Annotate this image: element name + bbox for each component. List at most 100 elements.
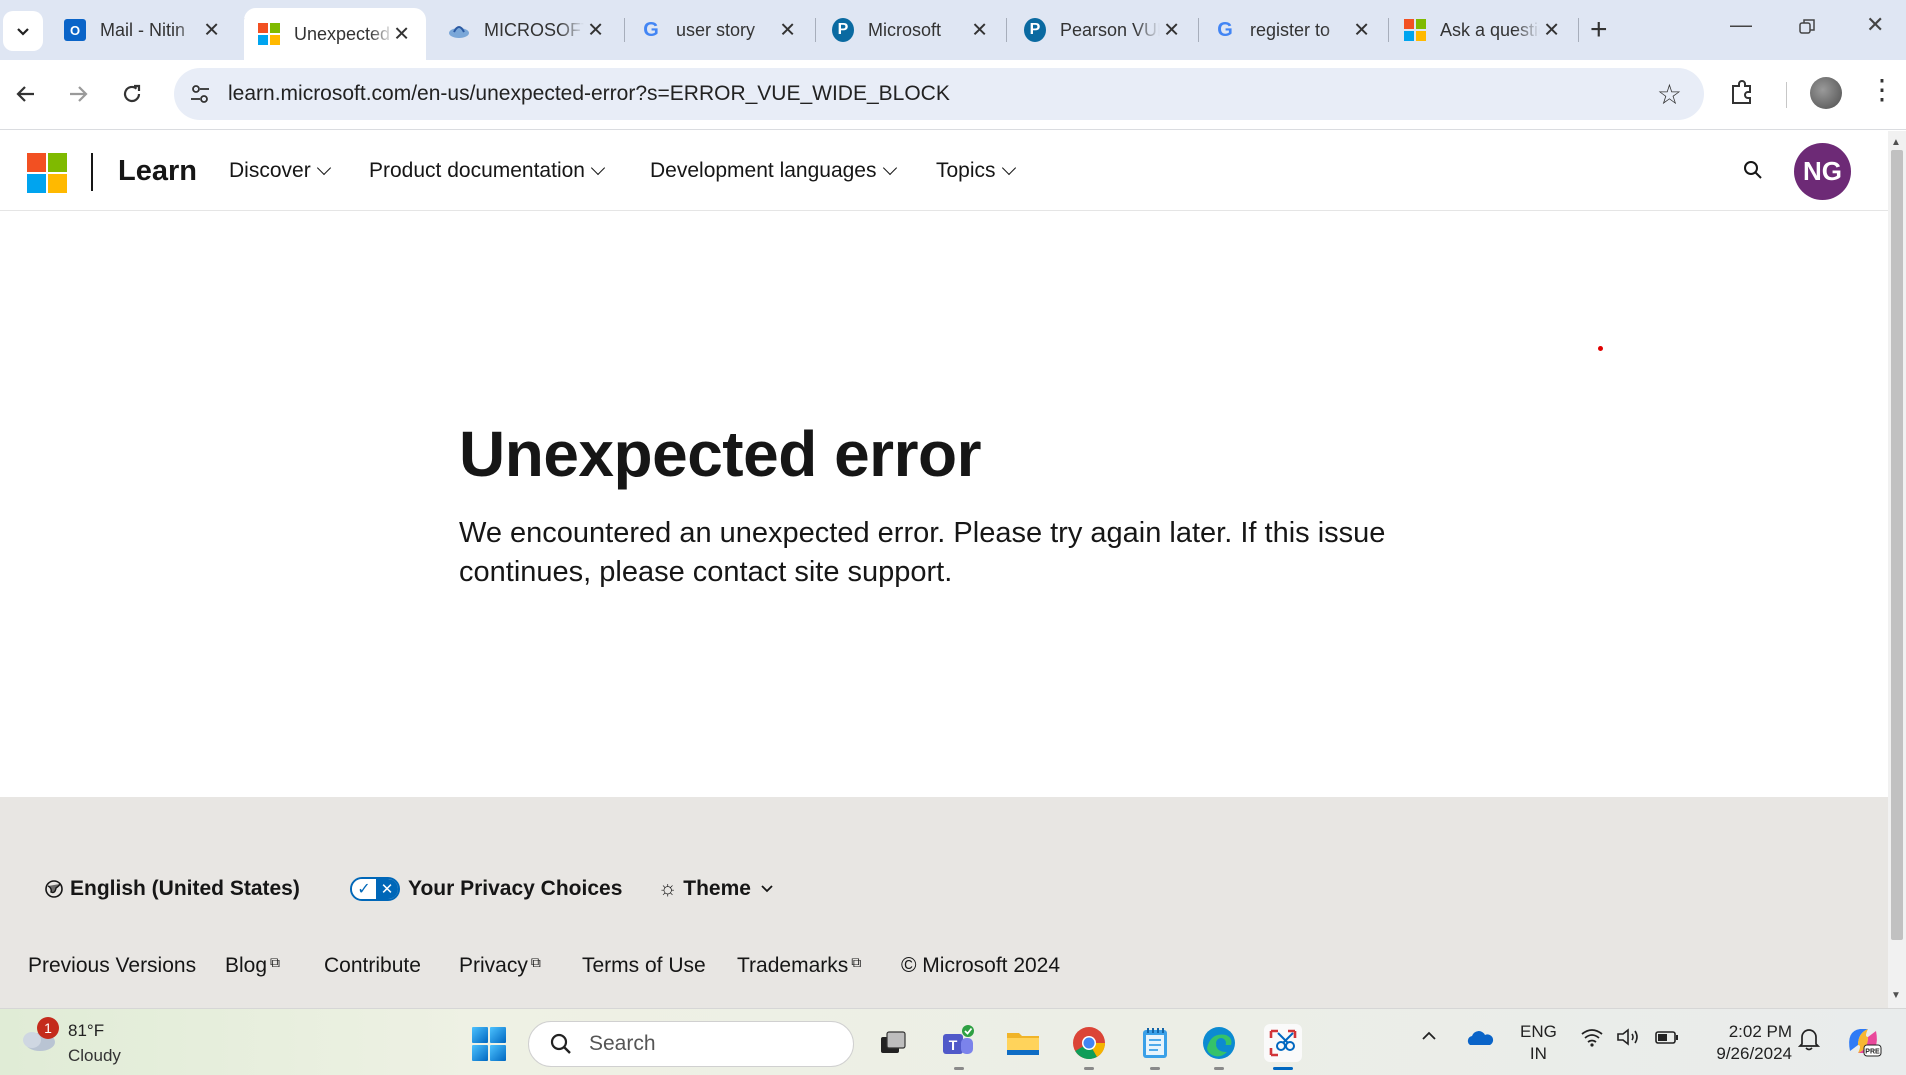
network-button[interactable] [1580, 1027, 1604, 1053]
close-icon: ✕ [1866, 12, 1885, 37]
scroll-down-arrow-icon[interactable]: ▼ [1891, 990, 1901, 1001]
restore-button[interactable] [1798, 16, 1816, 42]
chevron-down-icon [761, 885, 773, 893]
minimize-icon: — [1730, 12, 1752, 37]
learn-home-link[interactable]: Learn [118, 155, 197, 188]
teams-app-button[interactable]: T [940, 1024, 978, 1070]
svg-text:PRE: PRE [1865, 1049, 1880, 1056]
site-info-icon[interactable] [186, 80, 214, 108]
close-icon[interactable]: ✕ [1353, 18, 1370, 43]
new-tab-button[interactable]: + [1590, 13, 1608, 47]
close-icon[interactable]: ✕ [393, 22, 410, 47]
onedrive-button[interactable] [1466, 1029, 1494, 1053]
puzzle-icon [1732, 80, 1751, 104]
scroll-up-arrow-icon[interactable]: ▲ [1891, 137, 1901, 148]
minimize-button[interactable]: — [1730, 12, 1752, 38]
close-icon[interactable]: ✕ [971, 18, 988, 43]
input-language-indicator[interactable]: ENG IN [1520, 1021, 1557, 1065]
clock-date: 9/26/2024 [1716, 1044, 1792, 1063]
nav-label: Product documentation [369, 159, 585, 182]
microsoft-logo[interactable] [27, 153, 67, 193]
more-vertical-icon: ⋮ [1868, 74, 1896, 105]
snipping-tool-icon [1269, 1029, 1297, 1057]
browser-tab-user-story[interactable]: G user story ✕ [626, 8, 812, 52]
site-search-button[interactable] [1742, 159, 1766, 183]
forward-button[interactable] [60, 76, 96, 112]
trademarks-link[interactable]: Trademarks ⧉ [737, 954, 861, 978]
volume-button[interactable] [1616, 1027, 1642, 1053]
file-explorer-button[interactable] [1004, 1024, 1042, 1062]
close-icon[interactable]: ✕ [203, 18, 220, 43]
nav-label: Development languages [650, 159, 877, 182]
task-view-button[interactable] [874, 1024, 912, 1062]
reload-button[interactable] [114, 76, 150, 112]
nav-product-documentation[interactable]: Product documentation [369, 159, 606, 183]
browser-tab-mail[interactable]: O Mail - Nitin ✕ [50, 8, 236, 52]
address-bar[interactable]: learn.microsoft.com/en-us/unexpected-err… [174, 68, 1704, 120]
back-button[interactable] [8, 76, 44, 112]
browser-tab-register[interactable]: G register to ✕ [1200, 8, 1386, 52]
reload-icon [123, 84, 141, 103]
locale-selector[interactable]: English (United States) [44, 877, 300, 901]
extensions-button[interactable] [1728, 78, 1756, 111]
windows-start-button[interactable] [472, 1027, 506, 1061]
close-icon[interactable]: ✕ [587, 18, 604, 43]
onedrive-icon [1467, 1031, 1494, 1045]
show-hidden-icons-button[interactable] [1420, 1027, 1438, 1051]
tab-divider [815, 18, 816, 42]
nav-topics[interactable]: Topics [936, 159, 1016, 183]
chrome-app-button[interactable] [1070, 1024, 1108, 1070]
close-icon[interactable]: ✕ [1163, 18, 1180, 43]
bookmark-star-icon[interactable]: ☆ [1657, 78, 1682, 111]
browser-tab-microsoft-pearson[interactable]: P Microsoft ✕ [818, 8, 1004, 52]
nav-development-languages[interactable]: Development languages [650, 159, 897, 183]
contribute-link[interactable]: Contribute [324, 954, 421, 978]
tab-search-button[interactable] [3, 11, 43, 51]
notifications-button[interactable] [1797, 1027, 1821, 1057]
privacy-choices-label: Your Privacy Choices [408, 877, 623, 900]
bell-icon [1797, 1029, 1821, 1051]
battery-button[interactable] [1654, 1027, 1680, 1053]
tab-divider [624, 18, 625, 42]
notepad-app-button[interactable] [1136, 1024, 1174, 1070]
previous-versions-link[interactable]: Previous Versions [28, 954, 196, 978]
copilot-icon: PRE [1849, 1029, 1882, 1057]
close-icon[interactable]: ✕ [779, 18, 796, 43]
notepad-icon [1143, 1028, 1167, 1058]
pearson-icon: P [832, 18, 854, 42]
close-icon[interactable]: ✕ [1543, 18, 1560, 43]
user-avatar[interactable]: NG [1794, 143, 1851, 200]
external-link-icon: ⧉ [530, 953, 541, 970]
url-text[interactable]: learn.microsoft.com/en-us/unexpected-err… [228, 82, 950, 106]
pearson-icon: P [1024, 18, 1046, 42]
blog-link[interactable]: Blog ⧉ [225, 954, 280, 978]
scrollbar-thumb[interactable] [1891, 150, 1903, 940]
weather-alert-badge: 1 [37, 1017, 59, 1039]
browser-tab-microsoft[interactable]: MICROSOFT ✕ [434, 8, 620, 52]
browser-tab-unexpected-error[interactable]: Unexpected error ✕ [244, 8, 426, 60]
microsoft-icon [1404, 19, 1426, 41]
close-window-button[interactable]: ✕ [1866, 12, 1884, 38]
browser-tab-pearson-vue[interactable]: P Pearson VUE ✕ [1010, 8, 1196, 52]
running-indicator [1214, 1067, 1224, 1070]
browser-menu-button[interactable]: ⋮ [1868, 76, 1896, 104]
browser-profile-avatar[interactable] [1810, 77, 1842, 109]
nav-discover[interactable]: Discover [229, 159, 331, 183]
search-placeholder: Search [589, 1032, 656, 1055]
external-link-icon: ⧉ [851, 953, 862, 970]
snipping-tool-app-button[interactable] [1264, 1024, 1302, 1070]
browser-tab-ask-question[interactable]: Ask a question ✕ [1390, 8, 1576, 52]
privacy-link[interactable]: Privacy ⧉ [459, 954, 541, 978]
taskbar-search-box[interactable]: Search [528, 1021, 854, 1067]
theme-selector[interactable]: ☼ Theme [658, 877, 775, 901]
edge-app-button[interactable] [1200, 1024, 1238, 1070]
microsoft-icon [258, 23, 280, 45]
tab-title: user story [676, 19, 756, 40]
copilot-button[interactable]: PRE [1844, 1023, 1882, 1065]
privacy-choices-link[interactable]: ✓ ✕ Your Privacy Choices [350, 877, 622, 901]
site-footer: English (United States) ✓ ✕ Your Privacy … [0, 797, 1888, 1008]
running-indicator [1084, 1067, 1094, 1070]
outlook-icon: O [64, 19, 86, 41]
terms-of-use-link[interactable]: Terms of Use [582, 954, 706, 978]
system-clock[interactable]: 2:02 PM 9/26/2024 [1702, 1021, 1792, 1065]
